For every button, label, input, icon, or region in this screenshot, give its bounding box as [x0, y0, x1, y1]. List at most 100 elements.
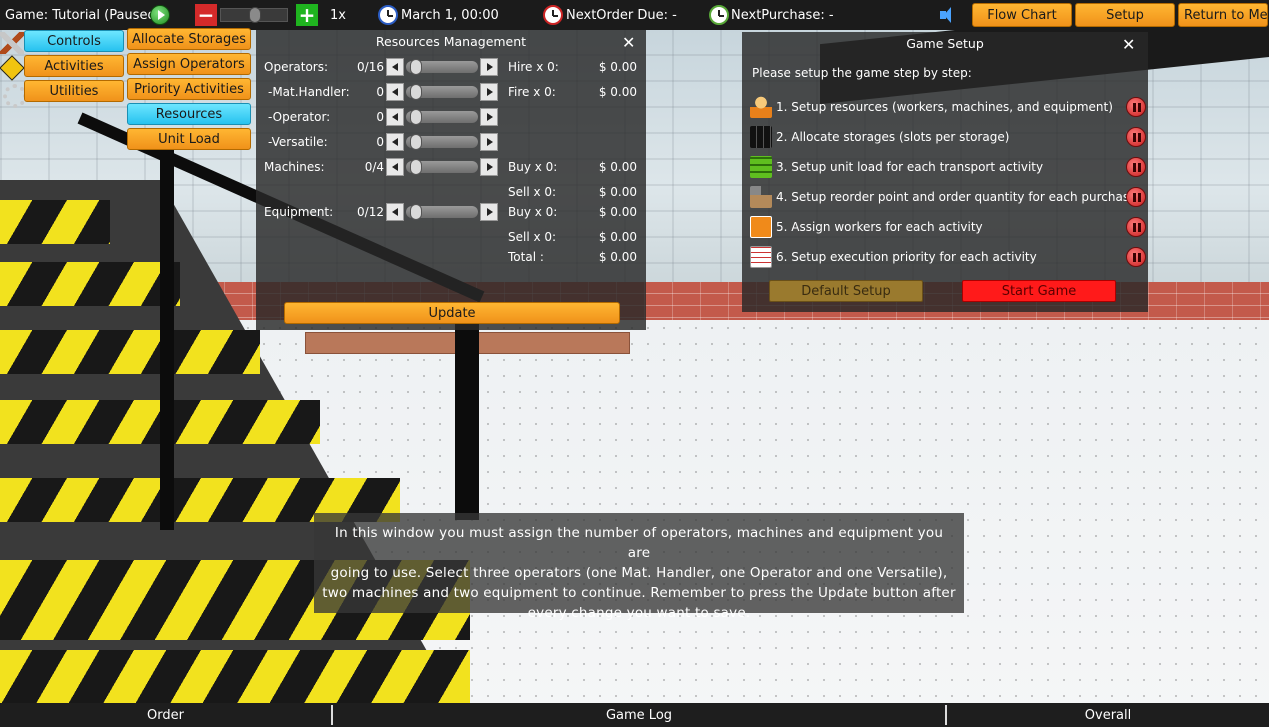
handrail-post — [160, 150, 174, 530]
speed-up-button[interactable]: + — [296, 4, 318, 26]
total-label: Total : — [508, 250, 544, 264]
total-row: Total : $ 0.00 — [256, 247, 646, 267]
operators-value: 0/16 — [357, 60, 384, 74]
hint-line: going to use. Select three operators (on… — [330, 565, 948, 581]
speed-down-button[interactable]: − — [195, 4, 217, 26]
machines-row: Machines: 0/4 Buy x 0: $ 0.00 — [256, 157, 646, 177]
speed-slider[interactable] — [220, 7, 288, 23]
machines-stepper[interactable] — [386, 158, 498, 176]
hire-cost: $ 0.00 — [598, 60, 637, 74]
assign-operators-button[interactable]: Assign Operators — [127, 53, 251, 75]
decrease-arrow-icon[interactable] — [386, 158, 404, 176]
controls-button[interactable]: Controls — [24, 30, 124, 52]
setup-intro: Please setup the game step by step: — [752, 66, 972, 80]
pause-icon[interactable] — [1126, 187, 1146, 207]
increase-arrow-icon[interactable] — [480, 58, 498, 76]
mat-handler-stepper[interactable] — [386, 83, 498, 101]
game-setup-title: Game Setup — [906, 35, 984, 51]
increase-arrow-icon[interactable] — [480, 83, 498, 101]
equipment-row: Equipment: 0/12 Buy x 0: $ 0.00 — [256, 202, 646, 222]
pause-icon[interactable] — [1126, 247, 1146, 267]
decrease-arrow-icon[interactable] — [386, 203, 404, 221]
unit-load-button[interactable]: Unit Load — [127, 128, 251, 150]
close-icon[interactable]: ✕ — [1122, 35, 1135, 54]
close-icon[interactable]: ✕ — [622, 33, 635, 52]
tutorial-hint: In this window you must assign the numbe… — [314, 513, 964, 621]
slider-knob[interactable] — [410, 204, 422, 220]
equipment-sell-label: Sell x 0: — [508, 230, 557, 244]
operators-slider[interactable] — [406, 59, 478, 75]
game-log-tab[interactable]: Game Log — [333, 703, 945, 727]
storage-grid-icon — [750, 126, 772, 148]
decrease-arrow-icon[interactable] — [386, 83, 404, 101]
equipment-sell-row: Sell x 0: $ 0.00 — [256, 227, 646, 247]
slider-knob[interactable] — [410, 159, 422, 175]
speaker-icon[interactable] — [940, 7, 958, 23]
activities-button[interactable]: Activities — [24, 55, 124, 77]
increase-arrow-icon[interactable] — [480, 108, 498, 126]
equipment-slider[interactable] — [406, 204, 478, 220]
increase-arrow-icon[interactable] — [480, 133, 498, 151]
utilities-button[interactable]: Utilities — [24, 80, 124, 102]
setup-step-text: 6. Setup execution priority for each act… — [776, 250, 1037, 264]
mat-handler-slider[interactable] — [406, 84, 478, 100]
equipment-stepper[interactable] — [386, 203, 498, 221]
resources-button[interactable]: Resources — [127, 103, 251, 125]
pause-icon[interactable] — [1126, 127, 1146, 147]
equipment-buy-cost: $ 0.00 — [598, 205, 637, 219]
slider-knob[interactable] — [410, 134, 422, 150]
allocate-storages-button[interactable]: Allocate Storages — [127, 28, 251, 50]
operator-stepper[interactable] — [386, 108, 498, 126]
start-game-button[interactable]: Start Game — [962, 280, 1116, 302]
pause-icon[interactable] — [1126, 97, 1146, 117]
default-setup-button[interactable]: Default Setup — [769, 280, 923, 302]
resources-management-panel: Resources Management ✕ Operators: 0/16 H… — [256, 30, 646, 330]
setup-button[interactable]: Setup — [1075, 3, 1175, 27]
equipment-value: 0/12 — [357, 205, 384, 219]
unit-load-icon — [750, 156, 772, 178]
fire-label: Fire x 0: — [508, 85, 556, 99]
operator-row: -Operator: 0 — [256, 107, 646, 127]
flow-chart-button[interactable]: Flow Chart — [972, 3, 1072, 27]
decrease-arrow-icon[interactable] — [386, 108, 404, 126]
return-to-menu-button[interactable]: Return to Menu — [1178, 3, 1268, 27]
operators-stepper[interactable] — [386, 58, 498, 76]
equipment-sell-cost: $ 0.00 — [598, 230, 637, 244]
versatile-slider[interactable] — [406, 134, 478, 150]
game-date: March 1, 00:00 — [401, 7, 499, 23]
decrease-arrow-icon[interactable] — [386, 58, 404, 76]
versatile-stepper[interactable] — [386, 133, 498, 151]
setup-step-text: 1. Setup resources (workers, machines, a… — [776, 100, 1113, 114]
hint-line: In this window you must assign the numbe… — [334, 525, 944, 561]
top-bar: Game: Tutorial (Paused) − + 1x March 1, … — [0, 0, 1269, 30]
speed-slider-knob[interactable] — [249, 7, 261, 23]
mat-handler-row: -Mat.Handler: 0 Fire x 0: $ 0.00 — [256, 82, 646, 102]
setup-step-4: 4. Setup reorder point and order quantit… — [750, 184, 1146, 210]
fire-cost: $ 0.00 — [598, 85, 637, 99]
stair-step — [0, 200, 110, 244]
next-order: NextOrder Due: - — [566, 7, 677, 23]
handrail-post — [455, 310, 479, 520]
increase-arrow-icon[interactable] — [480, 158, 498, 176]
pause-icon[interactable] — [1126, 217, 1146, 237]
machines-slider[interactable] — [406, 159, 478, 175]
update-button[interactable]: Update — [284, 302, 620, 324]
machines-value: 0/4 — [364, 160, 384, 174]
slider-knob[interactable] — [410, 59, 422, 75]
slider-knob[interactable] — [410, 109, 422, 125]
decrease-arrow-icon[interactable] — [386, 133, 404, 151]
game-status: Game: Tutorial (Paused) — [5, 7, 161, 23]
operator-slider[interactable] — [406, 109, 478, 125]
increase-arrow-icon[interactable] — [480, 203, 498, 221]
slider-knob[interactable] — [410, 84, 422, 100]
order-tab[interactable]: Order — [0, 703, 331, 727]
checklist-icon — [750, 216, 772, 238]
setup-step-1: 1. Setup resources (workers, machines, a… — [750, 94, 1146, 120]
overall-tab[interactable]: Overall — [947, 703, 1269, 727]
tools-icon — [0, 32, 24, 54]
priority-activities-button[interactable]: Priority Activities — [127, 78, 251, 100]
pause-icon[interactable] — [1126, 157, 1146, 177]
play-icon[interactable] — [150, 5, 170, 25]
boxes-icon — [750, 186, 772, 208]
stair-step — [0, 262, 180, 306]
